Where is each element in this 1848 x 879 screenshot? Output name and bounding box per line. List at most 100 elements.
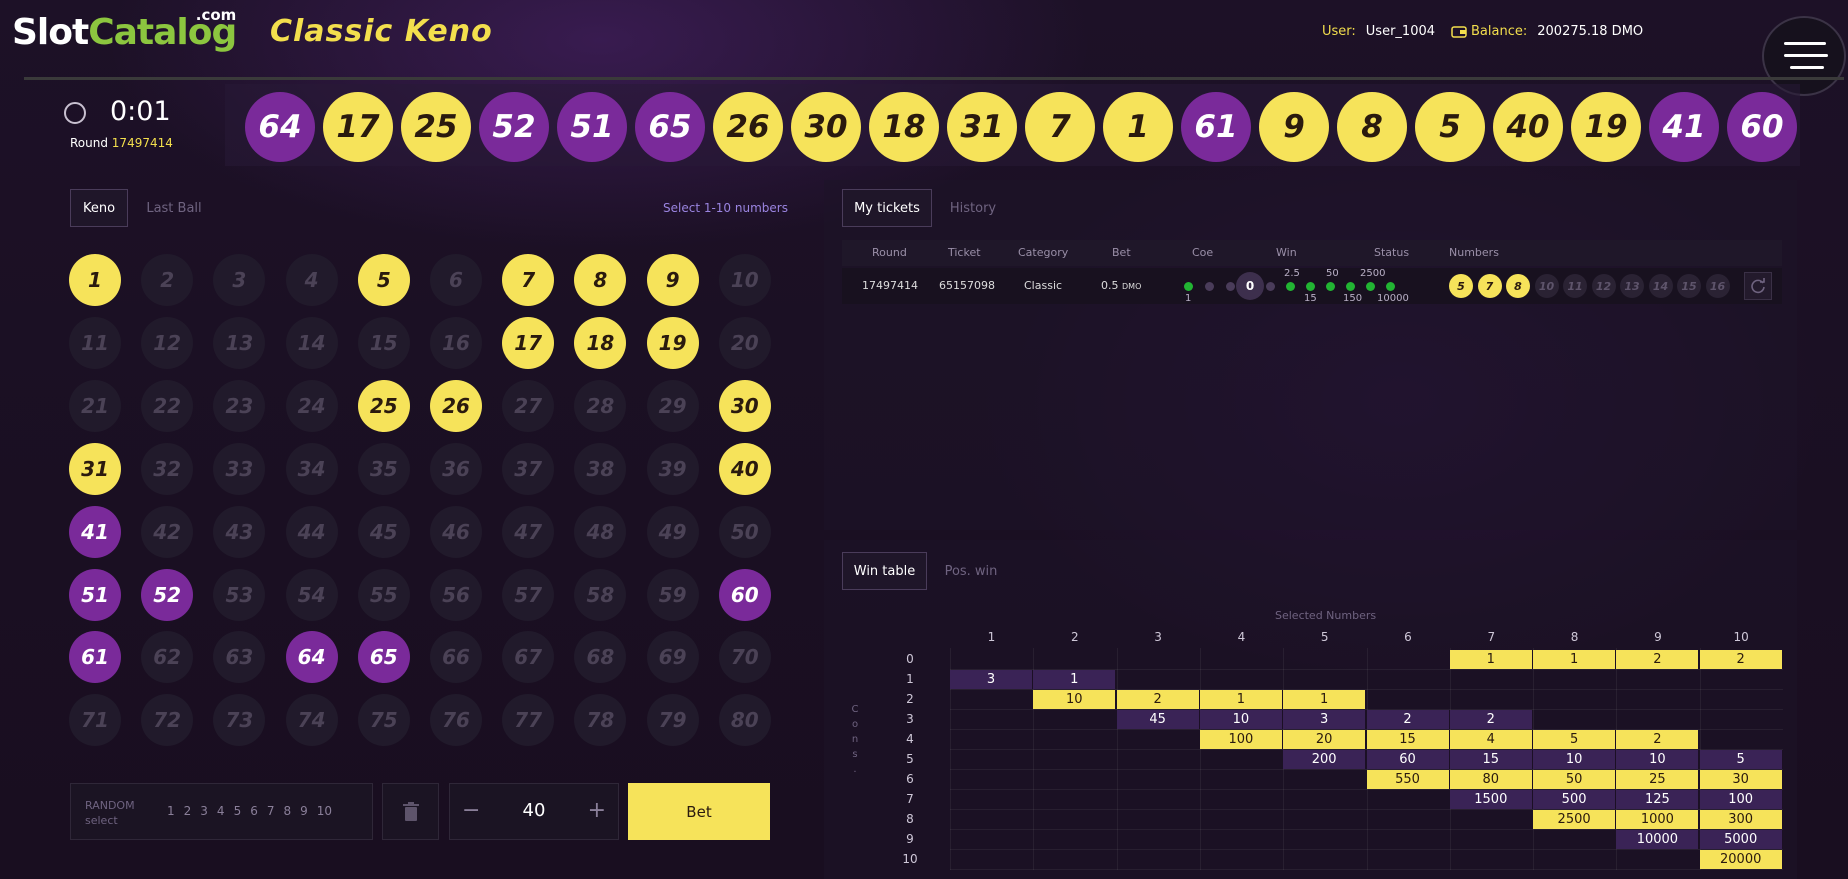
keno-number-34[interactable]: 34 [285, 442, 338, 495]
random-option[interactable]: 10 [317, 804, 332, 818]
win-table-cell: 100 [1699, 790, 1783, 809]
keno-number-26[interactable]: 26 [430, 379, 482, 432]
keno-number-3[interactable]: 3 [213, 254, 266, 306]
keno-number-55[interactable]: 55 [357, 568, 410, 621]
keno-number-61[interactable]: 61 [69, 631, 121, 684]
random-option[interactable]: 7 [267, 804, 275, 818]
keno-number-39[interactable]: 39 [646, 442, 699, 495]
keno-number-48[interactable]: 48 [574, 505, 627, 558]
keno-number-51[interactable]: 51 [69, 568, 121, 621]
keno-number-60[interactable]: 60 [718, 568, 771, 621]
keno-number-38[interactable]: 38 [574, 442, 627, 495]
keno-number-45[interactable]: 45 [357, 505, 410, 558]
bet-button[interactable]: Bet [628, 783, 770, 840]
keno-number-32[interactable]: 32 [141, 442, 194, 495]
keno-number-69[interactable]: 69 [646, 631, 699, 684]
keno-number-44[interactable]: 44 [285, 505, 338, 558]
keno-number-64[interactable]: 64 [285, 631, 338, 684]
tab-pos-win[interactable]: Pos. win [937, 552, 1005, 590]
keno-number-6[interactable]: 6 [430, 254, 482, 306]
tab-keno[interactable]: Keno [70, 189, 128, 227]
keno-number-22[interactable]: 22 [141, 379, 194, 432]
random-option[interactable]: 4 [217, 804, 225, 818]
win-table-cell: 2500 [1533, 810, 1617, 829]
random-option[interactable]: 3 [200, 804, 208, 818]
cons-label: Cons. [850, 702, 860, 777]
keno-number-9[interactable]: 9 [646, 254, 699, 306]
random-option[interactable]: 5 [234, 804, 242, 818]
keno-number-35[interactable]: 35 [357, 442, 410, 495]
keno-number-10[interactable]: 10 [718, 254, 771, 306]
keno-number-41[interactable]: 41 [69, 505, 121, 558]
keno-number-11[interactable]: 11 [69, 316, 121, 369]
keno-number-7[interactable]: 7 [502, 254, 555, 306]
keno-number-76[interactable]: 76 [430, 694, 482, 747]
keno-number-30[interactable]: 30 [718, 379, 771, 432]
increase-stake-button[interactable]: + [588, 798, 606, 823]
keno-number-23[interactable]: 23 [213, 379, 266, 432]
keno-number-56[interactable]: 56 [430, 568, 482, 621]
keno-number-52[interactable]: 52 [141, 568, 194, 621]
keno-number-79[interactable]: 79 [646, 694, 699, 747]
keno-number-71[interactable]: 71 [69, 694, 121, 747]
keno-number-49[interactable]: 49 [646, 505, 699, 558]
keno-number-47[interactable]: 47 [502, 505, 555, 558]
tab-last-ball[interactable]: Last Ball [140, 189, 208, 227]
random-option[interactable]: 8 [283, 804, 291, 818]
random-option[interactable]: 2 [184, 804, 192, 818]
keno-number-58[interactable]: 58 [574, 568, 627, 621]
keno-number-70[interactable]: 70 [718, 631, 771, 684]
col-round: Round [872, 246, 907, 259]
keno-number-59[interactable]: 59 [646, 568, 699, 621]
keno-number-12[interactable]: 12 [141, 316, 194, 369]
keno-number-50[interactable]: 50 [718, 505, 771, 558]
keno-number-21[interactable]: 21 [69, 379, 121, 432]
keno-number-1[interactable]: 1 [69, 254, 121, 306]
keno-number-75[interactable]: 75 [357, 694, 410, 747]
keno-number-80[interactable]: 80 [718, 694, 771, 747]
keno-number-53[interactable]: 53 [213, 568, 266, 621]
keno-number-37[interactable]: 37 [502, 442, 555, 495]
keno-number-20[interactable]: 20 [718, 316, 771, 369]
col-bet: Bet [1112, 246, 1131, 259]
keno-number-57[interactable]: 57 [502, 568, 555, 621]
keno-number-36[interactable]: 36 [430, 442, 482, 495]
keno-number-2[interactable]: 2 [141, 254, 194, 306]
repeat-ticket-button[interactable] [1744, 272, 1772, 300]
keno-number-74[interactable]: 74 [285, 694, 338, 747]
keno-number-46[interactable]: 46 [430, 505, 482, 558]
keno-number-5[interactable]: 5 [357, 254, 410, 306]
drawn-ball: 64 [245, 92, 315, 162]
keno-number-4[interactable]: 4 [285, 254, 338, 306]
keno-number-54[interactable]: 54 [285, 568, 338, 621]
keno-number-25[interactable]: 25 [357, 379, 410, 432]
random-option[interactable]: 1 [167, 804, 175, 818]
keno-number-40[interactable]: 40 [718, 442, 771, 495]
keno-number-27[interactable]: 27 [502, 379, 555, 432]
keno-number-14[interactable]: 14 [285, 316, 338, 369]
keno-number-17[interactable]: 17 [502, 316, 555, 369]
keno-number-19[interactable]: 19 [646, 316, 699, 369]
keno-number-33[interactable]: 33 [213, 442, 266, 495]
tab-my-tickets[interactable]: My tickets [842, 189, 932, 227]
keno-number-66[interactable]: 66 [430, 631, 482, 684]
cons-letter: o [851, 719, 859, 730]
tab-history[interactable]: History [942, 189, 1004, 227]
keno-number-31[interactable]: 31 [69, 442, 121, 495]
keno-number-15[interactable]: 15 [357, 316, 410, 369]
keno-number-65[interactable]: 65 [357, 631, 410, 684]
tab-win-table[interactable]: Win table [842, 552, 927, 590]
keno-number-16[interactable]: 16 [430, 316, 482, 369]
random-option[interactable]: 9 [300, 804, 308, 818]
keno-number-28[interactable]: 28 [574, 379, 627, 432]
keno-number-43[interactable]: 43 [213, 505, 266, 558]
keno-number-29[interactable]: 29 [646, 379, 699, 432]
keno-number-8[interactable]: 8 [574, 254, 627, 306]
keno-number-24[interactable]: 24 [285, 379, 338, 432]
win-table-row-header: 2 [906, 692, 914, 706]
clear-button[interactable] [382, 783, 439, 840]
keno-number-13[interactable]: 13 [213, 316, 266, 369]
keno-number-42[interactable]: 42 [141, 505, 194, 558]
random-option[interactable]: 6 [250, 804, 258, 818]
keno-number-18[interactable]: 18 [574, 316, 627, 369]
